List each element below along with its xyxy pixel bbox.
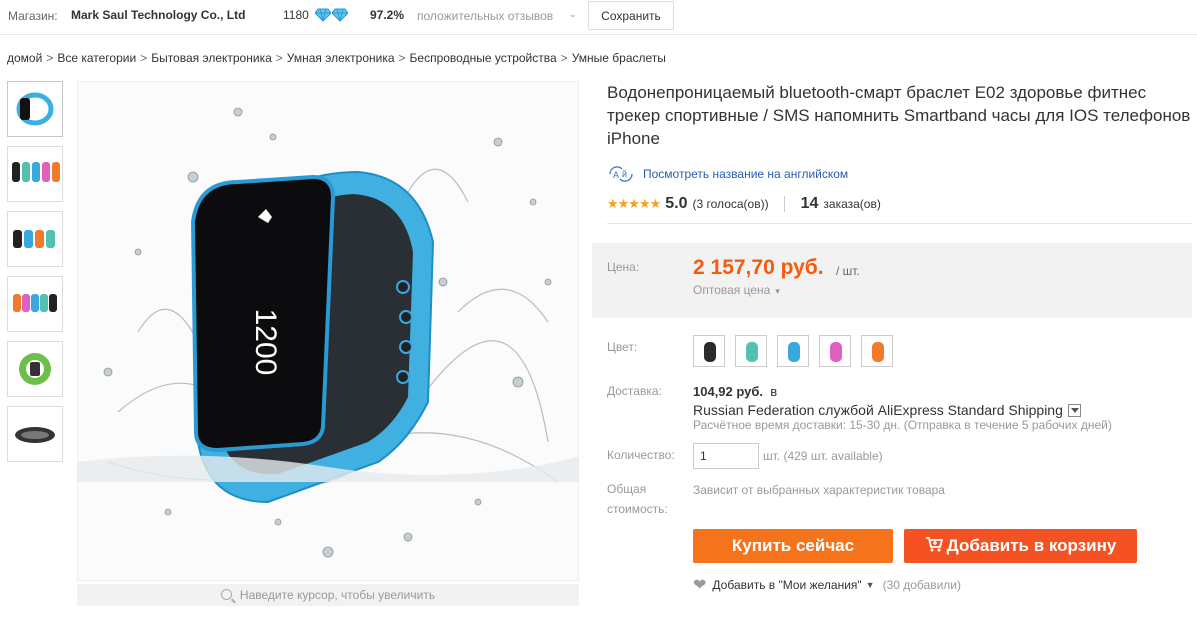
caret-down-icon: ▼: [773, 287, 782, 296]
store-name-link[interactable]: Mark Saul Technology Co., Ltd: [71, 8, 245, 22]
magnifier-icon: [220, 589, 232, 600]
chevron-down-icon[interactable]: ▼: [866, 580, 875, 590]
shipping-to: в: [770, 384, 778, 399]
wholesale-label: Оптовая цена: [693, 283, 771, 297]
breadcrumb-separator: >: [398, 51, 406, 65]
total-value: Зависит от выбранных характеристик товар…: [693, 483, 945, 497]
breadcrumb-wireless-devices[interactable]: Беспроводные устройства: [410, 51, 557, 65]
band-icon: [746, 342, 758, 362]
band-icon: [872, 342, 884, 362]
product-photo: 1200: [78, 82, 578, 580]
orders-count: 14: [800, 195, 819, 212]
store-rating-number: 1180: [283, 8, 309, 22]
shipping-route-text: Russian Federation службой AliExpress St…: [693, 402, 1063, 418]
breadcrumb: домой > Все категории > Бытовая электроника >…: [7, 51, 666, 65]
translate-icon[interactable]: Ай: [607, 165, 635, 183]
add-to-cart-label: Добавить в корзину: [946, 536, 1117, 555]
color-swatch-blue[interactable]: [777, 335, 809, 367]
heart-icon[interactable]: ❤: [693, 575, 706, 595]
save-store-button[interactable]: Сохранить: [588, 1, 674, 30]
svg-text:1200: 1200: [249, 309, 282, 376]
chevron-down-icon[interactable]: ⌄: [569, 9, 577, 20]
buy-now-button[interactable]: Купить сейчас: [693, 529, 893, 563]
feedback-percent: 97.2%: [370, 8, 405, 22]
thumbnail-4[interactable]: [7, 276, 63, 332]
rating-score: 5.0: [665, 195, 688, 212]
quantity-input[interactable]: [693, 443, 759, 469]
wholesale-price-toggle[interactable]: Оптовая цена ▼: [693, 283, 782, 297]
breadcrumb-separator: >: [46, 51, 54, 65]
wishlist-count: (30 добавили): [882, 578, 961, 592]
breadcrumb-separator: >: [560, 51, 568, 65]
shipping-route[interactable]: Russian Federation службой AliExpress St…: [693, 402, 1081, 418]
divider: [783, 196, 785, 212]
price-label: Цена:: [607, 260, 640, 274]
band-icon: [704, 342, 716, 362]
thumbnail-3[interactable]: [7, 211, 63, 267]
translate-title-link[interactable]: Посмотреть название на английском: [643, 167, 848, 181]
store-bar: Магазин: Mark Saul Technology Co., Ltd 1…: [0, 0, 1197, 35]
shipping-price-line: 104,92 руб. в: [693, 384, 777, 399]
add-to-wishlist-link[interactable]: Добавить в "Мои желания": [712, 578, 861, 592]
star-rating-icon[interactable]: ★★★★★: [607, 196, 661, 212]
feedback-label[interactable]: положительных отзывов: [417, 9, 553, 23]
breadcrumb-smart-electronics[interactable]: Умная электроника: [287, 51, 395, 65]
quantity-label: Количество:: [607, 448, 675, 462]
main-product-image[interactable]: 1200: [77, 81, 579, 581]
color-swatch-orange[interactable]: [861, 335, 893, 367]
color-swatch-pink[interactable]: [819, 335, 851, 367]
breadcrumb-all-categories[interactable]: Все категории: [57, 51, 136, 65]
color-options: [693, 335, 893, 367]
thumbnail-2[interactable]: [7, 146, 63, 202]
color-label: Цвет:: [607, 340, 638, 354]
diamond-icon: [315, 8, 348, 22]
thumbnail-1[interactable]: [7, 81, 63, 137]
svg-text:А: А: [613, 170, 619, 180]
add-to-cart-button[interactable]: Добавить в корзину: [904, 529, 1137, 563]
breadcrumb-separator: >: [275, 51, 283, 65]
total-label-line1: Общая: [607, 482, 647, 496]
band-icon: [830, 342, 842, 362]
wishlist-row: ❤ Добавить в "Мои желания" ▼ (30 добавил…: [693, 575, 961, 595]
breadcrumb-separator: >: [140, 51, 148, 65]
quantity-available: шт. (429 шт. available): [763, 449, 883, 463]
orders-label: заказа(ов): [823, 197, 881, 211]
color-swatch-teal[interactable]: [735, 335, 767, 367]
breadcrumb-consumer-electronics[interactable]: Бытовая электроника: [151, 51, 272, 65]
breadcrumb-home[interactable]: домой: [7, 51, 42, 65]
price-box: Цена: 2 157,70 руб. / шт. Оптовая цена ▼: [592, 243, 1192, 318]
rating-votes[interactable]: (3 голоса(ов)): [693, 197, 769, 211]
product-title: Водонепроницаемый bluetooth-смарт брасле…: [607, 83, 1191, 148]
zoom-hint: Наведите курсор, чтобы увеличить: [77, 584, 579, 606]
price-unit: / шт.: [836, 264, 860, 278]
shipping-price: 104,92 руб.: [693, 384, 764, 399]
store-label: Магазин:: [8, 9, 58, 23]
divider: [607, 223, 1192, 224]
thumbnail-6[interactable]: [7, 406, 63, 462]
dropdown-icon[interactable]: [1067, 403, 1081, 417]
rating-line: ★★★★★ 5.0 (3 голоса(ов)) 14 заказа(ов): [607, 195, 881, 213]
breadcrumb-smart-bracelets[interactable]: Умные браслеты: [572, 51, 666, 65]
cart-icon: [925, 536, 943, 557]
zoom-hint-text: Наведите курсор, чтобы увеличить: [239, 588, 436, 602]
shipping-label: Доставка:: [607, 384, 662, 398]
band-icon: [788, 342, 800, 362]
total-label-line2: стоимость:: [607, 502, 668, 516]
delivery-time: Расчётное время доставки: 15-30 дн. (Отп…: [693, 418, 1112, 432]
color-swatch-black[interactable]: [693, 335, 725, 367]
svg-text:й: й: [622, 169, 627, 179]
price-value: 2 157,70 руб.: [693, 256, 824, 279]
thumbnail-list: [7, 81, 63, 471]
thumbnail-5[interactable]: [7, 341, 63, 397]
translate-row: Ай Посмотреть название на английском: [607, 165, 848, 183]
